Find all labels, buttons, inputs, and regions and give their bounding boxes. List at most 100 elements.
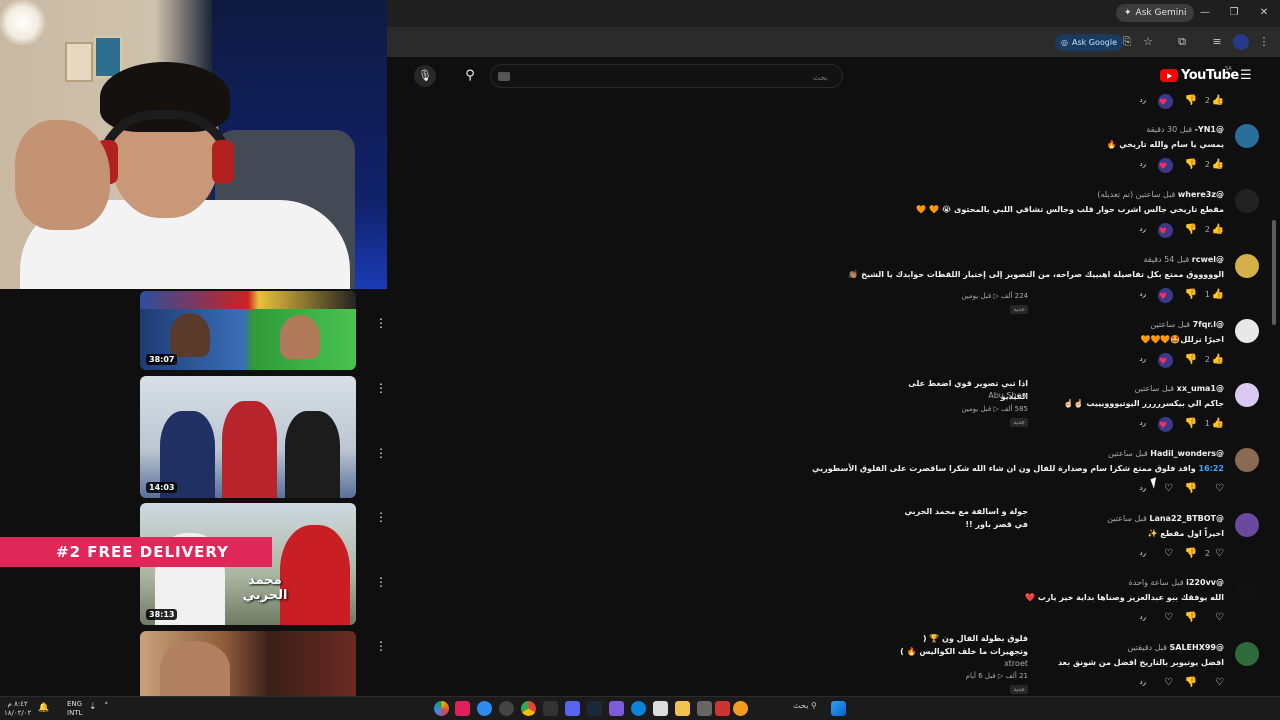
comment-time[interactable]: قبل 30 دقيقة <box>1146 125 1192 134</box>
keyboard-icon[interactable] <box>498 72 510 81</box>
comment-time[interactable]: قبل ساعتين (تم تعديله) <box>1097 190 1175 199</box>
heart-outline-icon[interactable]: ♡ <box>1164 677 1173 688</box>
dislike-icon[interactable]: 👎 <box>1185 289 1197 300</box>
like-icon[interactable]: 👍 <box>1212 418 1224 429</box>
avatar[interactable] <box>1235 513 1259 537</box>
comment-author[interactable]: @SALEHX99 <box>1169 643 1224 652</box>
browser-menu-icon[interactable]: ⋮ <box>1256 34 1272 50</box>
heart-outline-icon[interactable]: ♡ <box>1164 483 1173 494</box>
comment-time[interactable]: قبل ساعتين <box>1134 384 1174 393</box>
app-icon[interactable] <box>609 701 624 716</box>
dislike-icon[interactable]: 👎 <box>1185 677 1197 688</box>
like-icon[interactable]: 👍 <box>1212 289 1224 300</box>
restore-icon[interactable]: ❐ <box>1224 4 1244 22</box>
avatar[interactable] <box>1235 642 1259 666</box>
promo-banner[interactable]: #2 FREE DELIVERY <box>0 537 272 567</box>
reply-button[interactable]: رد <box>1140 419 1147 427</box>
more-options-icon[interactable]: ⋮ <box>375 639 387 653</box>
comment-time[interactable]: قبل ساعتين <box>1107 514 1147 523</box>
reply-button[interactable]: رد <box>1140 290 1147 298</box>
notification-icon[interactable]: 🔔 <box>38 704 49 713</box>
heart-outline-icon[interactable]: ♡ <box>1164 612 1173 623</box>
minimize-icon[interactable]: — <box>1195 4 1215 22</box>
video-title[interactable]: فلوق بطولة الفال ون 🏆 ( وتجهيزات ما خلف … <box>898 632 1028 658</box>
reply-button[interactable]: رد <box>1140 225 1147 233</box>
avatar[interactable] <box>1235 448 1259 472</box>
comment-author[interactable]: @Lana22_BTBOT <box>1149 514 1224 523</box>
like-icon[interactable]: ♡ <box>1215 548 1224 559</box>
dislike-icon[interactable]: 👎 <box>1185 548 1197 559</box>
app-icon[interactable] <box>499 701 514 716</box>
dislike-icon[interactable]: 👎 <box>1185 159 1197 170</box>
comment-time[interactable]: قبل ساعتين <box>1150 320 1190 329</box>
steam-icon[interactable] <box>587 701 602 716</box>
tiktok-icon[interactable] <box>455 701 470 716</box>
more-options-icon[interactable]: ⋮ <box>375 510 387 524</box>
reply-button[interactable]: رد <box>1140 160 1147 168</box>
discord-icon[interactable] <box>565 701 580 716</box>
app-icon[interactable] <box>715 701 730 716</box>
dislike-icon[interactable]: 👎 <box>1185 354 1197 365</box>
app-icon[interactable] <box>733 701 748 716</box>
dislike-icon[interactable]: 👎 <box>1185 418 1197 429</box>
video-thumbnail[interactable] <box>140 631 356 696</box>
reply-button[interactable]: رد <box>1140 96 1147 104</box>
reply-button[interactable]: رد <box>1140 549 1147 557</box>
taskbar-search[interactable]: بحث ⚲ <box>785 701 825 716</box>
profile-avatar[interactable] <box>1233 34 1249 50</box>
more-options-icon[interactable]: ⋮ <box>375 575 387 589</box>
comment-author[interactable]: @xx_uma1 <box>1177 384 1224 393</box>
dislike-icon[interactable]: 👎 <box>1185 224 1197 235</box>
app-icon[interactable] <box>434 701 449 716</box>
heart-outline-icon[interactable]: ♡ <box>1164 548 1173 559</box>
like-icon[interactable]: 👍 <box>1212 224 1224 235</box>
like-icon[interactable]: ♡ <box>1215 483 1224 494</box>
avatar[interactable] <box>1235 254 1259 278</box>
ask-gemini-button[interactable]: ✦ Ask Gemini <box>1116 4 1195 22</box>
video-thumbnail[interactable]: 38:07 <box>140 291 356 370</box>
install-app-icon[interactable]: ⎘ <box>1119 34 1135 50</box>
comment-author[interactable]: @i220vv <box>1186 578 1224 587</box>
reply-button[interactable]: رد <box>1140 355 1147 363</box>
avatar[interactable] <box>1235 577 1259 601</box>
language-indicator[interactable]: ENG INTL <box>67 700 82 718</box>
bookmark-star-icon[interactable]: ☆ <box>1140 34 1156 50</box>
comment-time[interactable]: قبل 54 دقيقة <box>1143 255 1189 264</box>
app-icon[interactable] <box>697 701 712 716</box>
usb-icon[interactable]: ⇣ <box>89 703 97 712</box>
reply-button[interactable]: رد <box>1140 678 1147 686</box>
ask-google-button[interactable]: ◎ Ask Google <box>1055 34 1124 51</box>
app-icon[interactable] <box>477 701 492 716</box>
channel-name[interactable]: Abu Show <box>988 391 1028 400</box>
avatar[interactable] <box>1235 319 1259 343</box>
video-title[interactable]: جولة و اسالفة مع محمد الحربي في قصر باور… <box>898 505 1028 531</box>
scrollbar-thumb[interactable] <box>1272 220 1276 325</box>
like-icon[interactable]: ♡ <box>1215 677 1224 688</box>
scrollbar-track[interactable] <box>1271 95 1277 693</box>
like-icon[interactable]: 👍 <box>1212 159 1224 170</box>
comment-author[interactable]: @7fqr.l <box>1193 320 1224 329</box>
dislike-icon[interactable]: 👎 <box>1185 95 1197 106</box>
search-input[interactable] <box>491 66 842 89</box>
search-icon[interactable]: ⚲ <box>459 65 481 87</box>
search-box[interactable] <box>490 64 843 89</box>
comment-timestamp-link[interactable]: 16:22 <box>1199 464 1224 473</box>
dislike-icon[interactable]: 👎 <box>1185 483 1197 494</box>
close-icon[interactable]: ✕ <box>1254 4 1274 22</box>
show-hidden-icons-icon[interactable]: ˄ <box>104 703 109 712</box>
comment-author[interactable]: @where3z <box>1178 190 1224 199</box>
video-thumbnail[interactable]: 14:03 <box>140 376 356 498</box>
like-icon[interactable]: ♡ <box>1215 612 1224 623</box>
terminal-icon[interactable] <box>543 701 558 716</box>
comment-time[interactable]: قبل ساعتين <box>1108 449 1148 458</box>
channel-name[interactable]: xtroet <box>1004 659 1028 668</box>
avatar[interactable] <box>1235 124 1259 148</box>
like-icon[interactable]: 👍 <box>1212 354 1224 365</box>
edge-icon[interactable] <box>631 701 646 716</box>
comment-author[interactable]: @YN1- <box>1195 125 1224 134</box>
comment-author[interactable]: @Hadil_wonders <box>1150 449 1224 458</box>
app-icon[interactable] <box>653 701 668 716</box>
media-controls-icon[interactable]: ≡ <box>1209 34 1225 50</box>
mic-icon[interactable]: 🎙 <box>414 65 436 87</box>
reply-button[interactable]: رد <box>1140 613 1147 621</box>
